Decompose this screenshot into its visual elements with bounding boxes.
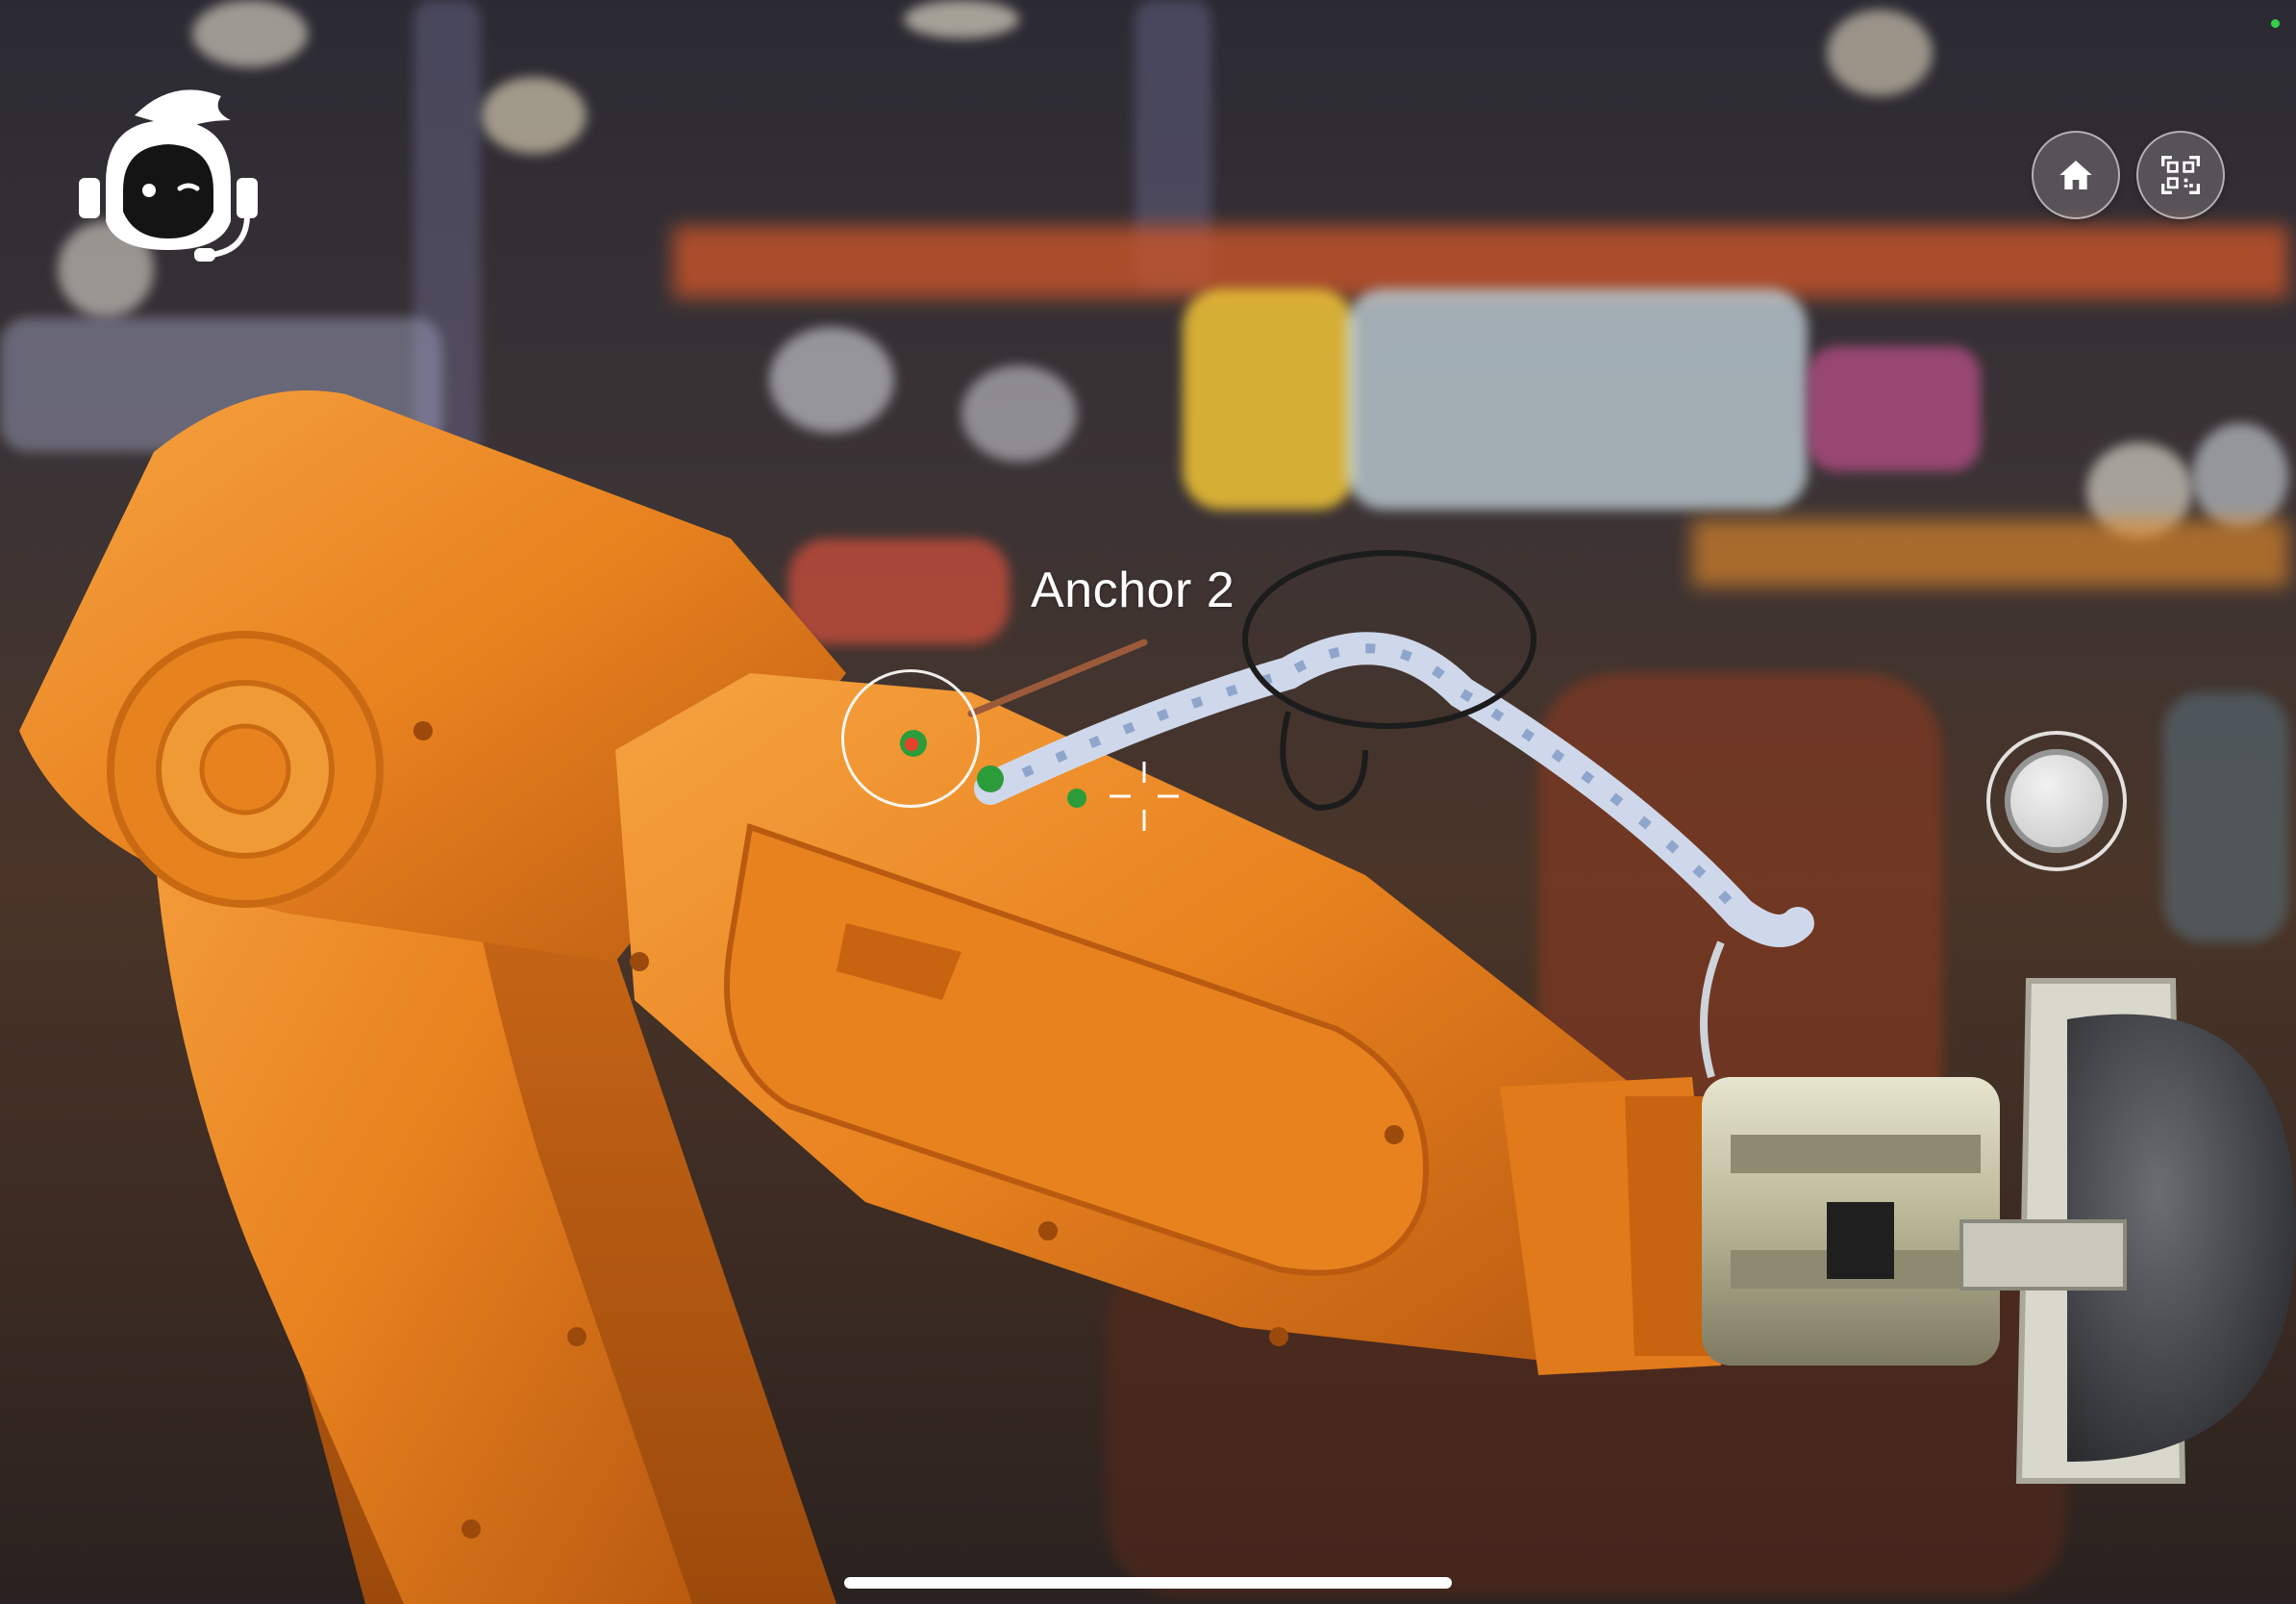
capture-button[interactable] xyxy=(1986,731,2127,871)
home-indicator-bar[interactable] xyxy=(844,1577,1452,1589)
capture-button-inner xyxy=(2005,749,2109,853)
anchor-marker[interactable] xyxy=(841,669,980,808)
crosshair-icon xyxy=(1110,762,1179,831)
camera-active-indicator xyxy=(2271,19,2280,28)
